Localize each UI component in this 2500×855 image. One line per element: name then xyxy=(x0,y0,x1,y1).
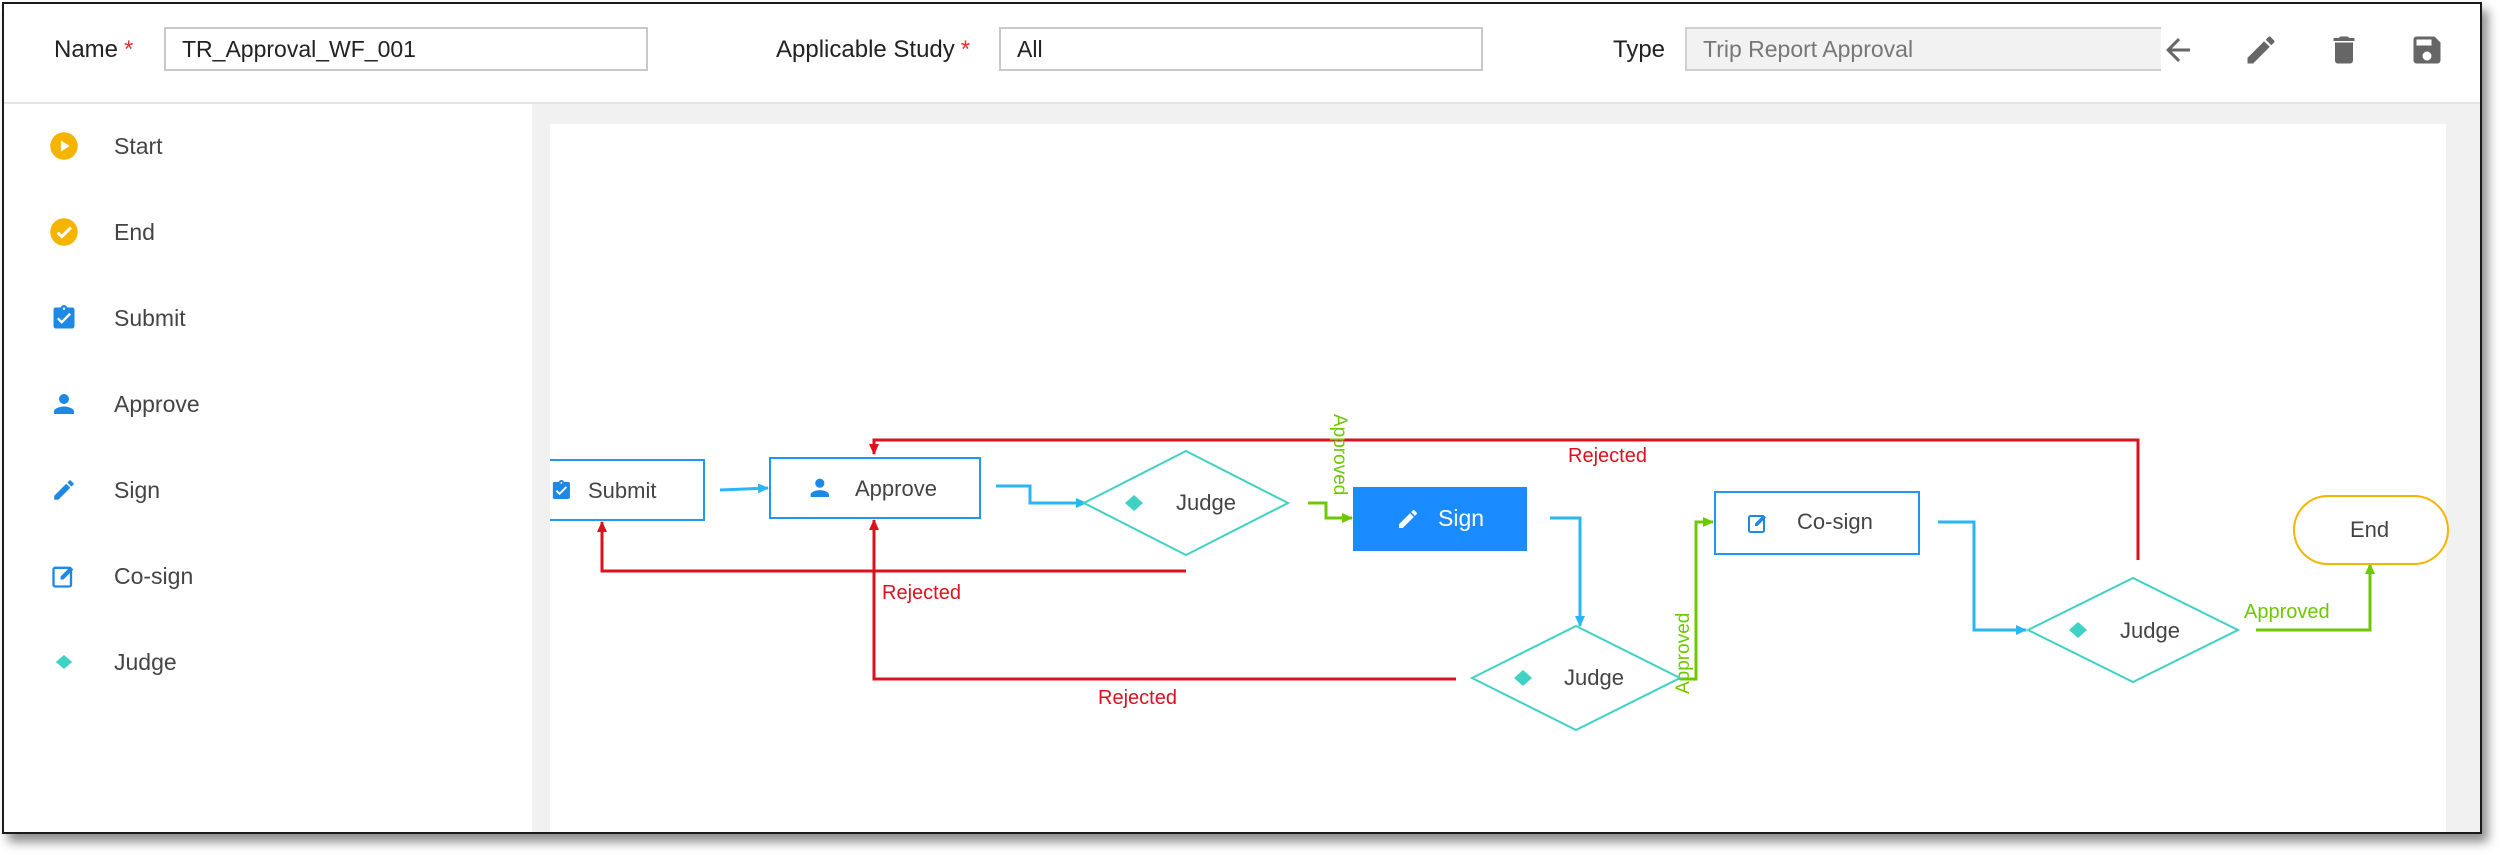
palette-item-label: Judge xyxy=(114,649,177,675)
edge-label-rejected: Rejected xyxy=(1568,445,1647,467)
name-field[interactable] xyxy=(164,27,648,71)
applicable-study-field[interactable] xyxy=(999,27,1483,71)
node-sign[interactable]: Sign xyxy=(1353,487,1527,551)
connector-cosign-judge3[interactable] xyxy=(1938,520,2027,635)
palette-item-submit[interactable]: Submit xyxy=(44,296,464,340)
node-end[interactable]: End xyxy=(2293,495,2449,565)
name-label: Name * xyxy=(54,36,134,63)
edge-label-approved: Approved xyxy=(2244,601,2330,623)
palette-item-label: Co-sign xyxy=(114,563,194,589)
node-label: Submit xyxy=(588,478,656,503)
node-label: Co-sign xyxy=(1797,509,1873,534)
palette-item-label: Sign xyxy=(114,477,161,503)
type-field xyxy=(1685,27,2161,71)
back-button[interactable] xyxy=(2156,28,2200,72)
connector-approve-judge1[interactable] xyxy=(996,484,1087,508)
palette-item-approve[interactable]: Approve xyxy=(44,382,464,426)
pencil-icon xyxy=(2247,36,2275,64)
person-icon xyxy=(48,388,80,420)
palette-item-cosign[interactable]: Co-sign xyxy=(44,554,464,598)
palette-item-label: Approve xyxy=(114,391,200,417)
edit-square-icon xyxy=(48,560,80,592)
node-judge-1[interactable]: Judge xyxy=(1081,449,1291,557)
palette-item-judge[interactable]: Judge xyxy=(44,640,464,684)
delete-button[interactable] xyxy=(2322,28,2366,72)
save-button[interactable] xyxy=(2405,28,2449,72)
node-label: Approve xyxy=(855,476,937,501)
connector-judge1-sign-approved[interactable] xyxy=(1308,501,1353,523)
study-label: Applicable Study * xyxy=(776,36,971,63)
palette-item-label: Submit xyxy=(114,305,186,331)
edge-label-rejected: Rejected xyxy=(1098,687,1177,709)
workflow-editor-window: Name* Applicable Study* Type Start xyxy=(2,2,2482,834)
trash-icon xyxy=(2333,36,2355,64)
arrow-left-icon xyxy=(2166,38,2190,62)
node-label: Sign xyxy=(1438,505,1484,531)
node-label: Judge xyxy=(2120,618,2180,643)
palette-item-label: Start xyxy=(114,133,163,159)
node-palette: Start End Submit Approve Sign Co-sign Ju… xyxy=(4,104,532,832)
palette-item-label: End xyxy=(114,219,155,245)
connector-submit-approve[interactable] xyxy=(719,483,769,494)
node-approve[interactable]: Approve xyxy=(769,457,981,519)
edge-label-approved: Approved xyxy=(1329,414,1350,495)
workflow-diagram: Approved Approved Approved Rejected Reje… xyxy=(550,414,2449,732)
canvas-area: Approved Approved Approved Rejected Reje… xyxy=(532,104,2480,832)
type-label: Type xyxy=(1613,36,1666,63)
edit-button[interactable] xyxy=(2239,28,2283,72)
pencil-icon xyxy=(48,474,80,506)
node-cosign[interactable]: Co-sign xyxy=(1714,491,1920,555)
diamond-icon xyxy=(48,646,80,678)
play-circle-icon xyxy=(48,130,80,162)
edge-label-rejected: Rejected xyxy=(882,582,961,604)
node-label: Judge xyxy=(1564,665,1624,690)
check-circle-icon xyxy=(48,216,80,248)
node-label: End xyxy=(2350,517,2389,542)
floppy-disk-icon xyxy=(2413,36,2441,64)
clipboard-check-icon xyxy=(48,302,80,334)
palette-item-sign[interactable]: Sign xyxy=(44,468,464,512)
connector-judge1-submit-rejected[interactable] xyxy=(597,521,1186,573)
node-judge-3[interactable]: Judge xyxy=(2025,576,2241,684)
palette-item-end[interactable]: End xyxy=(44,210,464,254)
node-submit[interactable]: Submit xyxy=(550,459,705,521)
connector-sign-judge2[interactable] xyxy=(1550,516,1585,627)
header-bar: Name* Applicable Study* Type xyxy=(4,4,2480,104)
edge-label-approved: Approved xyxy=(1673,613,1694,694)
palette-item-start[interactable]: Start xyxy=(44,124,464,168)
node-judge-2[interactable]: Judge xyxy=(1469,624,1683,732)
node-label: Judge xyxy=(1176,490,1236,515)
workflow-canvas[interactable]: Approved Approved Approved Rejected Reje… xyxy=(550,124,2449,832)
